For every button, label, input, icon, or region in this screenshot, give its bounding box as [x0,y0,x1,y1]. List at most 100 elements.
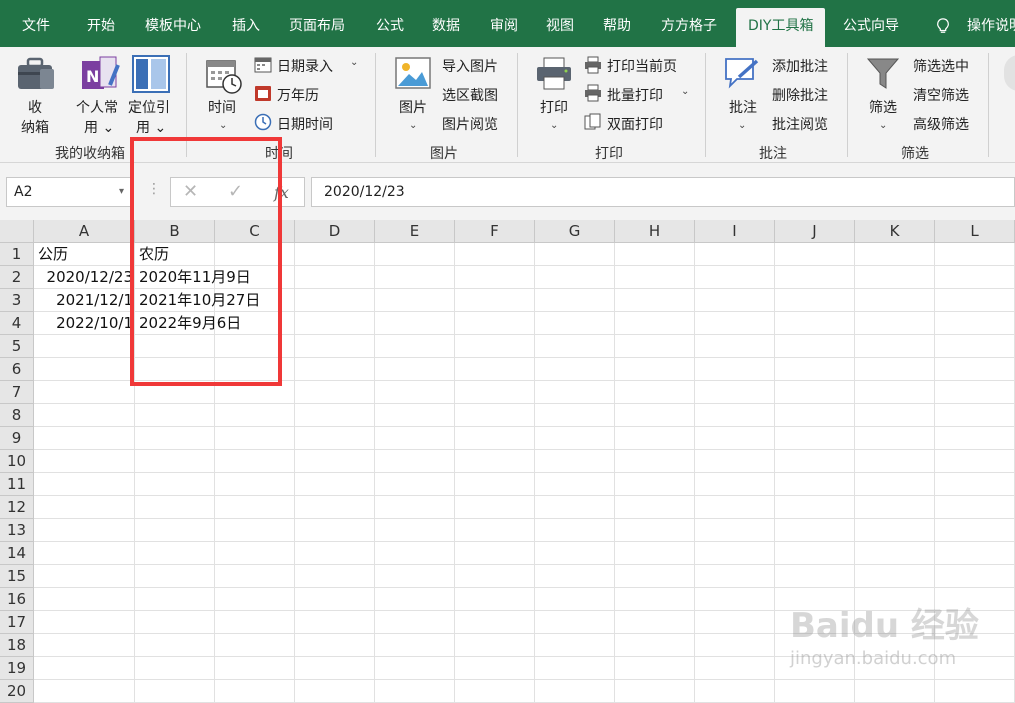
group-divider [375,53,376,157]
svg-text:N: N [86,67,99,86]
row-header-6[interactable]: 6 [0,358,34,381]
baidu-watermark: Baidu 经验 jingyan.baidu.com [790,590,980,680]
column-header-h[interactable]: H [615,220,695,243]
group-label-print: 打印 [595,146,623,162]
row-header-8[interactable]: 8 [0,404,34,427]
name-box-value: A2 [14,184,33,200]
clock-icon [254,113,272,131]
date-entry-button[interactable]: 日期录入 [277,56,333,76]
delete-comment-button[interactable]: 删除批注 [772,85,828,105]
batch-print-icon [585,84,601,102]
row-header-9[interactable]: 9 [0,427,34,450]
chevron-down-icon: ⌄ [738,120,747,131]
perpetual-calendar-icon [255,86,271,101]
group-label-collect-box: 我的收纳箱 [55,146,125,162]
funnel-icon [866,58,900,89]
chevron-down-icon[interactable]: ⌄ [681,86,689,97]
chevron-down-icon: ⌄ [879,120,888,131]
tab-data[interactable]: 数据 [432,8,460,47]
row-header-12[interactable]: 12 [0,496,34,519]
group-label-picture: 图片 [430,146,458,162]
clear-filter-button[interactable]: 清空筛选 [913,85,969,105]
row-header-18[interactable]: 18 [0,634,34,657]
picture-browse-button[interactable]: 图片阅览 [442,114,498,134]
batch-print-button[interactable]: 批量打印 [607,85,663,105]
tab-template-center[interactable]: 模板中心 [145,8,201,47]
advanced-filter-button[interactable]: 高级筛选 [913,114,969,134]
print-page-icon [585,56,601,74]
region-screenshot-button[interactable]: 选区截图 [442,85,498,105]
tab-page-layout[interactable]: 页面布局 [289,8,345,47]
gridline-horizontal [34,564,1015,565]
tab-formulas[interactable]: 公式 [376,8,404,47]
cell-a2[interactable]: 2020/12/23 [34,266,135,289]
column-header-d[interactable]: D [295,220,375,243]
row-header-11[interactable]: 11 [0,473,34,496]
row-header-3[interactable]: 3 [0,289,34,312]
row-header-7[interactable]: 7 [0,381,34,404]
row-header-10[interactable]: 10 [0,450,34,473]
formula-input[interactable]: 2020/12/23 [311,177,1015,207]
chevron-down-icon[interactable]: ▾ [119,178,124,206]
row-header-15[interactable]: 15 [0,565,34,588]
row-header-2[interactable]: 2 [0,266,34,289]
row-header-19[interactable]: 19 [0,657,34,680]
row-header-1[interactable]: 1 [0,243,34,266]
gridline-horizontal [34,472,1015,473]
comment-browse-button[interactable]: 批注阅览 [772,114,828,134]
chevron-down-icon: ⌄ [409,120,418,131]
group-divider [847,53,848,157]
tab-view[interactable]: 视图 [546,8,574,47]
perpetual-calendar-button[interactable]: 万年历 [277,85,319,105]
tab-help[interactable]: 帮助 [603,8,631,47]
date-entry-icon [254,57,272,73]
tab-file[interactable]: 文件 [22,8,50,47]
avatar[interactable] [1004,55,1015,91]
column-header-k[interactable]: K [855,220,935,243]
picture-icon [395,57,431,89]
cell-a3[interactable]: 2021/12/1 [34,289,135,312]
panel-layout-icon [132,55,170,93]
print-current-page-button[interactable]: 打印当前页 [607,56,677,76]
column-header-f[interactable]: F [455,220,535,243]
watermark-subtext: jingyan.baidu.com [790,648,957,669]
gridline-horizontal [34,541,1015,542]
tab-home[interactable]: 开始 [87,8,115,47]
tab-formula-wizard[interactable]: 公式向导 [843,8,899,47]
row-header-5[interactable]: 5 [0,335,34,358]
column-header-g[interactable]: G [535,220,615,243]
tab-fangfang-gezi[interactable]: 方方格子 [661,8,717,47]
add-comment-button[interactable]: 添加批注 [772,56,828,76]
row-header-14[interactable]: 14 [0,542,34,565]
duplex-print-icon [584,113,601,130]
gridline-horizontal [34,495,1015,496]
cell-a4[interactable]: 2022/10/1 [34,312,135,335]
calendar-clock-icon [206,60,242,94]
duplex-print-button[interactable]: 双面打印 [607,114,663,134]
gridline-horizontal [34,449,1015,450]
group-divider [705,53,706,157]
row-header-20[interactable]: 20 [0,680,34,703]
import-picture-button[interactable]: 导入图片 [442,56,498,76]
tab-tell-me[interactable]: 操作说明 [967,8,1015,47]
filter-selected-button[interactable]: 筛选选中 [913,56,969,76]
row-header-4[interactable]: 4 [0,312,34,335]
tab-diy-toolbox[interactable]: DIY工具箱 [736,8,826,47]
row-header-13[interactable]: 13 [0,519,34,542]
row-header-16[interactable]: 16 [0,588,34,611]
column-header-i[interactable]: I [695,220,775,243]
highlight-box [130,137,282,386]
column-header-a[interactable]: A [34,220,135,243]
tab-insert[interactable]: 插入 [232,8,260,47]
tab-review[interactable]: 审阅 [490,8,518,47]
gridline-horizontal [34,403,1015,404]
chevron-down-icon: ⌄ [550,120,559,131]
column-header-e[interactable]: E [375,220,455,243]
column-header-l[interactable]: L [935,220,1015,243]
column-header-j[interactable]: J [775,220,855,243]
select-all-corner[interactable] [0,220,34,243]
chevron-down-icon[interactable]: ⌄ [350,57,358,68]
name-box[interactable]: A2 ▾ [6,177,131,207]
date-time-button[interactable]: 日期时间 [277,114,333,134]
row-header-17[interactable]: 17 [0,611,34,634]
